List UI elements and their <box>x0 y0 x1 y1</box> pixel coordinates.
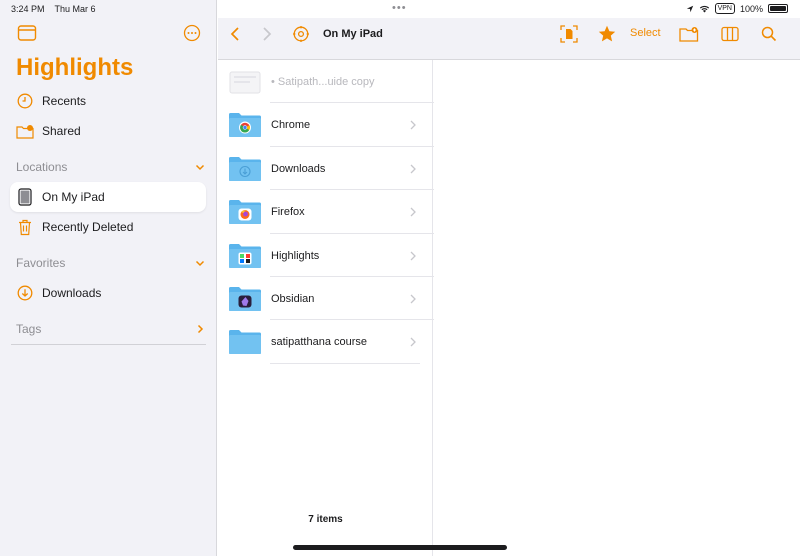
chevron-down-icon <box>195 260 205 267</box>
folder-firefox-icon <box>228 199 262 225</box>
location-icon <box>686 5 693 12</box>
battery-icon <box>768 4 788 13</box>
select-button[interactable]: Select <box>630 27 661 39</box>
home-indicator[interactable] <box>293 545 507 550</box>
sidebar-item-recents[interactable]: Recents <box>10 86 206 116</box>
search-icon[interactable] <box>759 24 779 44</box>
sidebar-item-label: Recently Deleted <box>42 220 134 234</box>
trash-icon <box>16 218 34 236</box>
folder-downloads-icon <box>228 156 262 182</box>
favorites-section-header[interactable]: Favorites <box>16 253 206 273</box>
vpn-badge: VPN <box>714 3 735 14</box>
back-icon[interactable] <box>225 24 245 44</box>
list-item-obsidian[interactable]: Obsidian <box>228 277 421 320</box>
file-name: Firefox <box>271 205 305 218</box>
folder-obsidian-icon <box>228 286 262 312</box>
detail-pane <box>434 60 800 556</box>
list-item-ghost-document[interactable]: • Satipath...uide copy <box>228 60 421 103</box>
file-name: satipatthana course <box>271 335 368 348</box>
battery-percent: 100% <box>739 3 763 14</box>
row-separator <box>270 363 420 364</box>
chevron-down-icon <box>195 164 205 171</box>
file-name: • Satipath...uide copy <box>271 75 375 88</box>
file-list: • Satipath...uide copy Chrome Downloads … <box>218 60 638 556</box>
chevron-right-icon <box>197 324 204 334</box>
sidebar: Highlights Recents Shared Locations On M… <box>0 0 217 556</box>
shared-folder-icon <box>16 122 34 140</box>
chevron-right-icon <box>410 164 416 173</box>
new-folder-icon[interactable] <box>679 24 699 44</box>
list-item-downloads[interactable]: Downloads <box>228 147 421 190</box>
sidebar-item-label: Shared <box>42 124 81 138</box>
file-name: Obsidian <box>271 292 315 305</box>
wifi-icon <box>699 5 709 13</box>
document-thumbnail-icon <box>228 69 262 95</box>
sidebar-title: Highlights <box>16 54 134 81</box>
sidebar-item-label: On My iPad <box>42 190 105 204</box>
sidebar-item-label: Downloads <box>42 286 102 300</box>
sidebar-item-recently-deleted[interactable]: Recently Deleted <box>10 212 206 242</box>
chevron-right-icon <box>410 337 416 346</box>
folder-highlights-icon <box>228 243 262 269</box>
star-icon[interactable] <box>597 24 617 44</box>
sidebar-divider <box>11 344 206 345</box>
folder-icon <box>228 329 262 355</box>
status-date: Thu Mar 6 <box>54 4 96 14</box>
list-item-satipatthana-course[interactable]: satipatthana course <box>228 320 421 363</box>
clock-icon <box>16 92 34 110</box>
chevron-right-icon <box>410 251 416 260</box>
section-label: Tags <box>16 322 42 336</box>
ipad-icon <box>16 188 34 206</box>
toolbar: On My iPad Select <box>218 18 800 60</box>
location-settings-icon[interactable] <box>291 24 311 44</box>
chevron-right-icon <box>410 120 416 129</box>
sidebar-item-shared[interactable]: Shared <box>10 116 206 146</box>
view-columns-icon[interactable] <box>720 24 740 44</box>
file-name: Chrome <box>271 118 311 131</box>
list-item-firefox[interactable]: Firefox <box>228 190 421 233</box>
more-options-icon[interactable] <box>183 24 203 42</box>
status-time: 3:24 PM <box>11 4 45 14</box>
sidebar-item-downloads[interactable]: Downloads <box>10 278 206 308</box>
file-name: Highlights <box>271 249 320 262</box>
forward-icon[interactable] <box>257 24 277 44</box>
chevron-right-icon <box>410 207 416 216</box>
sidebar-toggle-icon[interactable] <box>17 24 37 42</box>
section-label: Favorites <box>16 256 66 270</box>
toolbar-title: On My iPad <box>323 28 383 40</box>
sidebar-item-label: Recents <box>42 94 87 108</box>
scan-document-icon[interactable] <box>559 24 579 44</box>
folder-chrome-icon <box>228 112 262 138</box>
locations-section-header[interactable]: Locations <box>16 157 206 177</box>
sidebar-item-on-my-ipad[interactable]: On My iPad <box>10 182 206 212</box>
status-bar: 3:24 PM Thu Mar 6 ••• VPN 100% <box>0 0 800 18</box>
list-item-chrome[interactable]: Chrome <box>228 103 421 146</box>
chevron-right-icon <box>410 294 416 303</box>
download-circle-icon <box>16 284 34 302</box>
items-count: 7 items <box>308 514 343 525</box>
multitasking-dots[interactable]: ••• <box>392 2 407 14</box>
file-name: Downloads <box>271 162 326 175</box>
list-item-highlights[interactable]: Highlights <box>228 234 421 277</box>
tags-section-header[interactable]: Tags <box>16 319 206 339</box>
section-label: Locations <box>16 160 68 174</box>
